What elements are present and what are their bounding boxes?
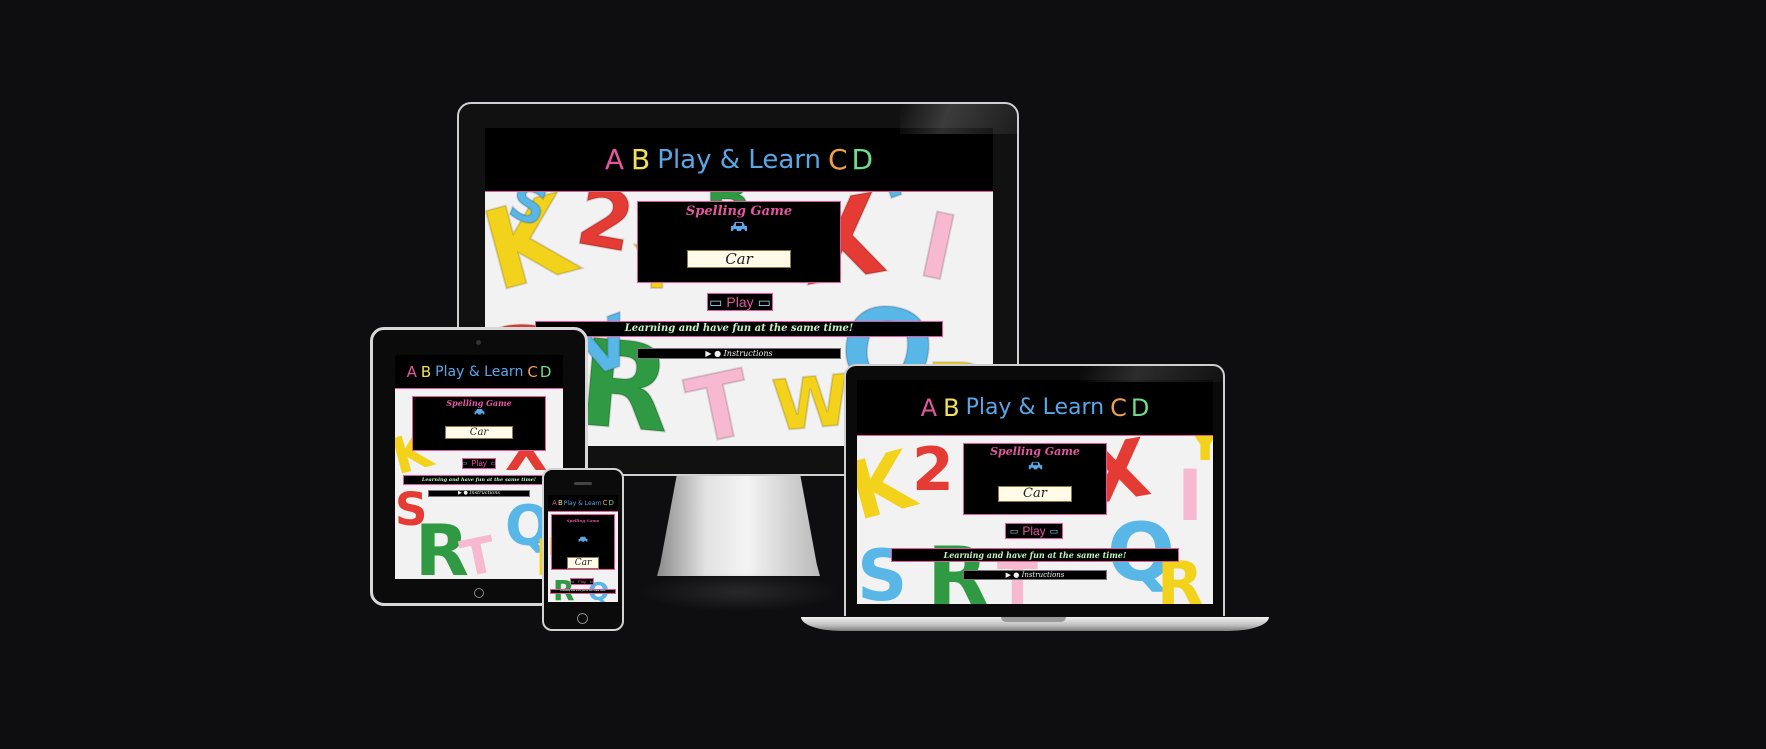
spelling-game-card: Spelling Game Car	[551, 514, 615, 570]
tablet-screen: K S R T X Q I R A B Play & Learn C D Spe…	[395, 355, 563, 579]
gamepad-icon: ▭	[1049, 525, 1059, 536]
header-letter-b: B	[943, 393, 960, 422]
gamepad-icon: ▭	[490, 461, 497, 467]
header-title: Play & Learn	[435, 363, 524, 380]
game-title: Spelling Game	[566, 518, 600, 523]
info-icon: ●	[1013, 571, 1020, 579]
play-button[interactable]: ▭ Play ▭	[1005, 523, 1063, 539]
instructions-toggle[interactable]: ▶ ● Instructions	[637, 348, 841, 359]
header-letter-d: D	[851, 143, 874, 176]
word-display: Car	[687, 250, 791, 268]
car-icon	[413, 408, 545, 418]
gamepad-icon: ▭	[570, 579, 575, 584]
spelling-game-card: Spelling Game Car	[637, 201, 841, 283]
expand-marker-icon: ▶	[1005, 571, 1011, 579]
tablet-home-button	[474, 588, 484, 598]
play-button[interactable]: ▭ Play ▭	[462, 458, 496, 469]
gamepad-icon: ▭	[589, 579, 594, 584]
svg-text:S: S	[857, 535, 907, 604]
expand-marker-icon: ▶	[705, 349, 712, 358]
tagline: Learning and have fun at the same time!	[403, 475, 555, 485]
play-button[interactable]: ▭ Play ▭	[570, 578, 594, 585]
header-letter-b: B	[631, 143, 651, 176]
phone-screen: K X R Q A B Play & Learn C D Spelling Ga…	[548, 495, 618, 602]
gamepad-icon: ▭	[757, 293, 771, 310]
phone-home-button	[577, 613, 588, 624]
svg-text:R: R	[927, 530, 989, 604]
site-header: A B Play & Learn C D	[857, 380, 1213, 436]
header-letter-d: D	[539, 362, 552, 381]
header-title: Play & Learn	[657, 144, 821, 175]
screen-glare	[900, 104, 1017, 134]
car-icon	[638, 220, 840, 238]
game-title: Spelling Game	[990, 445, 1080, 458]
game-title: Spelling Game	[685, 204, 793, 219]
header-letter-d: D	[608, 499, 614, 507]
laptop-notch	[1001, 617, 1066, 622]
gamepad-icon: ▭	[461, 461, 468, 467]
play-button[interactable]: ▭ Play ▭	[707, 293, 773, 311]
tagline: Learning and have fun at the same time!	[535, 321, 943, 337]
header-letter-a: A	[604, 143, 625, 176]
instructions-toggle[interactable]: ▶ ● Instructions	[963, 570, 1107, 580]
header-letter-c: C	[1110, 393, 1127, 422]
play-button-label: Play	[471, 459, 487, 468]
info-icon: ●	[463, 490, 468, 496]
header-title: Play & Learn	[965, 395, 1105, 420]
instructions-label: Instructions	[469, 490, 500, 496]
svg-text:W: W	[769, 359, 853, 446]
header-letter-c: C	[527, 362, 538, 381]
header-letter-b: B	[420, 362, 432, 381]
instructions-label: Instructions	[723, 349, 773, 358]
play-button-label: Play	[1022, 524, 1046, 538]
site-header: A B Play & Learn C D	[548, 495, 618, 512]
word-display: Car	[998, 486, 1072, 502]
car-icon	[964, 458, 1106, 476]
site-header: A B Play & Learn C D	[485, 128, 993, 192]
site-header: A B Play & Learn C D	[395, 355, 563, 389]
header-letter-a: A	[552, 499, 557, 507]
play-button-label: Play	[578, 579, 586, 584]
svg-text:2: 2	[912, 435, 954, 505]
header-letter-a: A	[406, 362, 417, 381]
play-button-label: Play	[726, 294, 754, 310]
expand-marker-icon: ▶	[457, 490, 462, 496]
header-title: Play & Learn	[563, 499, 602, 507]
spelling-game-card: Spelling Game Car	[963, 443, 1107, 515]
gamepad-icon: ▭	[1009, 525, 1019, 536]
phone-speaker	[574, 482, 592, 485]
spelling-game-card: Spelling Game Car	[412, 396, 546, 451]
game-title: Spelling Game	[446, 398, 512, 408]
monitor-stand	[657, 476, 820, 576]
instructions-toggle[interactable]: ▶ ● Instructions	[428, 490, 530, 497]
laptop-screen: K 2 S R T X Q I R Y A B Play & Learn C D…	[857, 380, 1213, 604]
tagline: Learning and have fun at the same time!	[550, 589, 616, 594]
word-display: Car	[445, 426, 513, 439]
gamepad-icon: ▭	[709, 293, 723, 310]
car-icon	[552, 530, 614, 548]
header-letter-a: A	[920, 393, 938, 422]
header-letter-c: C	[602, 499, 608, 507]
tablet-camera	[476, 340, 481, 345]
header-letter-d: D	[1130, 393, 1150, 422]
header-letter-b: B	[557, 499, 563, 507]
info-icon: ●	[714, 349, 722, 358]
monitor-stand-reflection	[640, 572, 840, 612]
instructions-label: Instructions	[1021, 571, 1065, 579]
word-display: Car	[567, 557, 599, 569]
screen-glare	[1080, 366, 1223, 382]
tagline: Learning and have fun at the same time!	[891, 548, 1179, 562]
header-letter-c: C	[827, 143, 848, 176]
